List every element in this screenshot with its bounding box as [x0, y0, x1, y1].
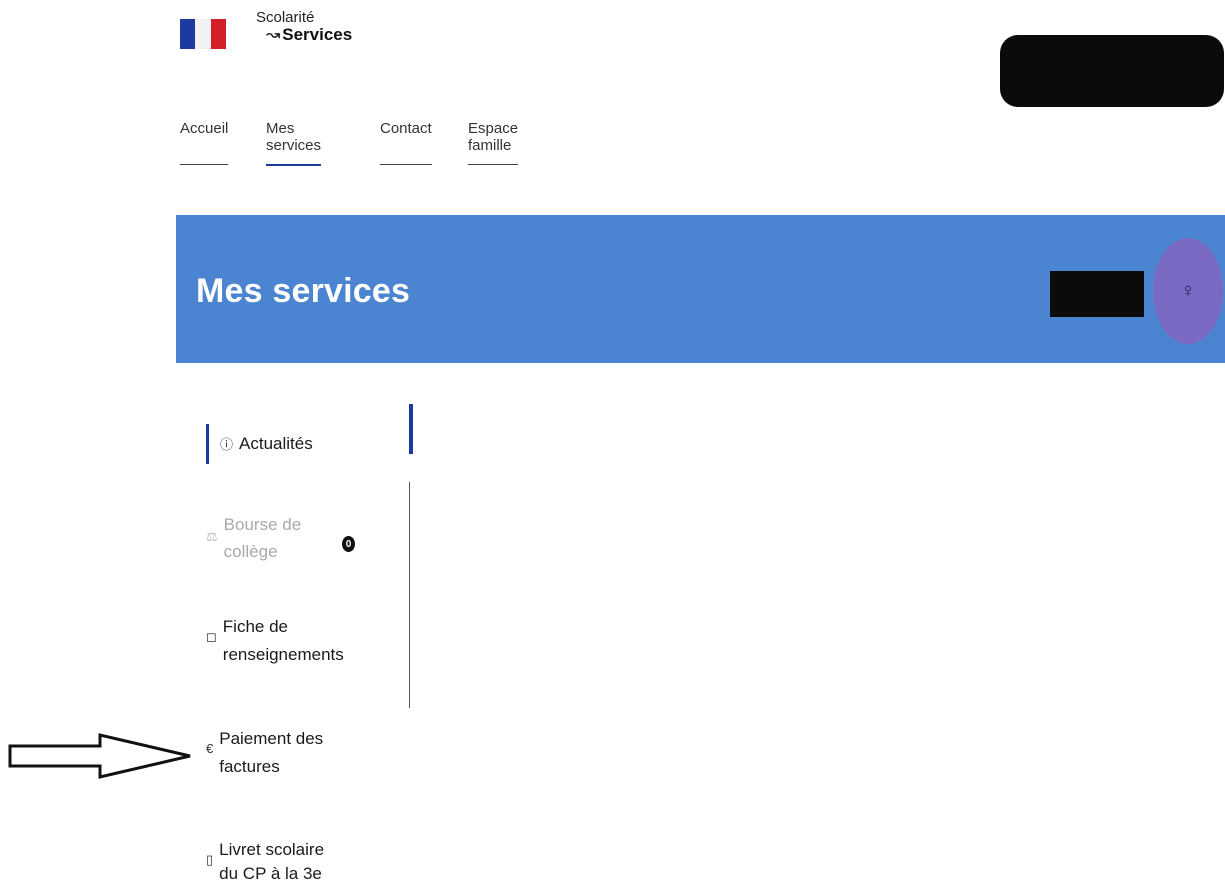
brand-line-2: ↝ Services: [256, 24, 353, 44]
sidebar-item-label: Bourse de collège: [223, 515, 302, 561]
sidebar-item-livret-scolaire[interactable]: ▯ Livret scolaire du CP à la 3e: [206, 838, 346, 886]
sidebar-item-actualites[interactable]: ⓘ Actualités: [220, 434, 313, 454]
annotation-arrow-icon: [8, 733, 191, 779]
sidebar-item-bourse-de-college[interactable]: ⚖ Bourse de collège: [206, 511, 306, 565]
info-circle-icon: ⓘ: [220, 437, 234, 452]
sidebar-item-label: Fiche de renseignements: [222, 617, 344, 664]
redacted-user-name: [1050, 271, 1144, 317]
nav-mes-services[interactable]: Mes services: [266, 120, 322, 166]
nav-underline: [380, 164, 432, 165]
sidebar-item-paiement-des-factures[interactable]: € Paiement des factures: [206, 725, 336, 781]
nav-label: Mes services: [266, 120, 322, 154]
flag-blue: [180, 19, 196, 49]
brand-line-1: Scolarité: [256, 9, 315, 26]
nav-underline-active: [266, 164, 322, 166]
nav-underline: [180, 164, 229, 165]
nav-label: Espace famille: [468, 120, 519, 154]
scolarite-services-logo[interactable]: Scolarité ↝ Services: [256, 10, 352, 44]
brand-swirl-icon: ↝: [266, 24, 281, 44]
euro-icon: €: [206, 741, 214, 756]
content-active-marker: [409, 404, 413, 454]
form-icon: ◻: [206, 629, 217, 644]
redacted-account-block: [1000, 35, 1224, 107]
nav-underline: [468, 164, 519, 165]
user-icon: ♀: [1180, 279, 1196, 302]
nav-espace-famille[interactable]: Espace famille: [468, 120, 519, 165]
republique-francaise-flag-logo: [180, 19, 226, 49]
user-avatar-button[interactable]: ♀: [1153, 238, 1223, 344]
sidebar-item-label: Actualités: [239, 434, 313, 453]
nav-contact[interactable]: Contact: [380, 120, 432, 165]
sidebar-item-label: Paiement des factures: [219, 729, 324, 776]
nav-label: Contact: [380, 120, 432, 137]
notification-badge: 0: [342, 536, 355, 552]
brand-services-text: Services: [282, 24, 353, 44]
scholarship-icon: ⚖: [206, 529, 218, 544]
nav-label: Accueil: [180, 120, 229, 137]
sidebar-item-label: Livret scolaire du CP à la 3e: [219, 840, 325, 883]
sidebar-item-fiche-de-renseignements[interactable]: ◻ Fiche de renseignements: [206, 613, 344, 669]
page-title: Mes services: [196, 272, 411, 310]
flag-white: [195, 19, 211, 49]
flag-red: [210, 19, 226, 49]
sidebar-active-indicator: [206, 424, 209, 464]
book-icon: ▯: [206, 852, 214, 867]
content-divider: [409, 482, 410, 708]
nav-accueil[interactable]: Accueil: [180, 120, 229, 165]
